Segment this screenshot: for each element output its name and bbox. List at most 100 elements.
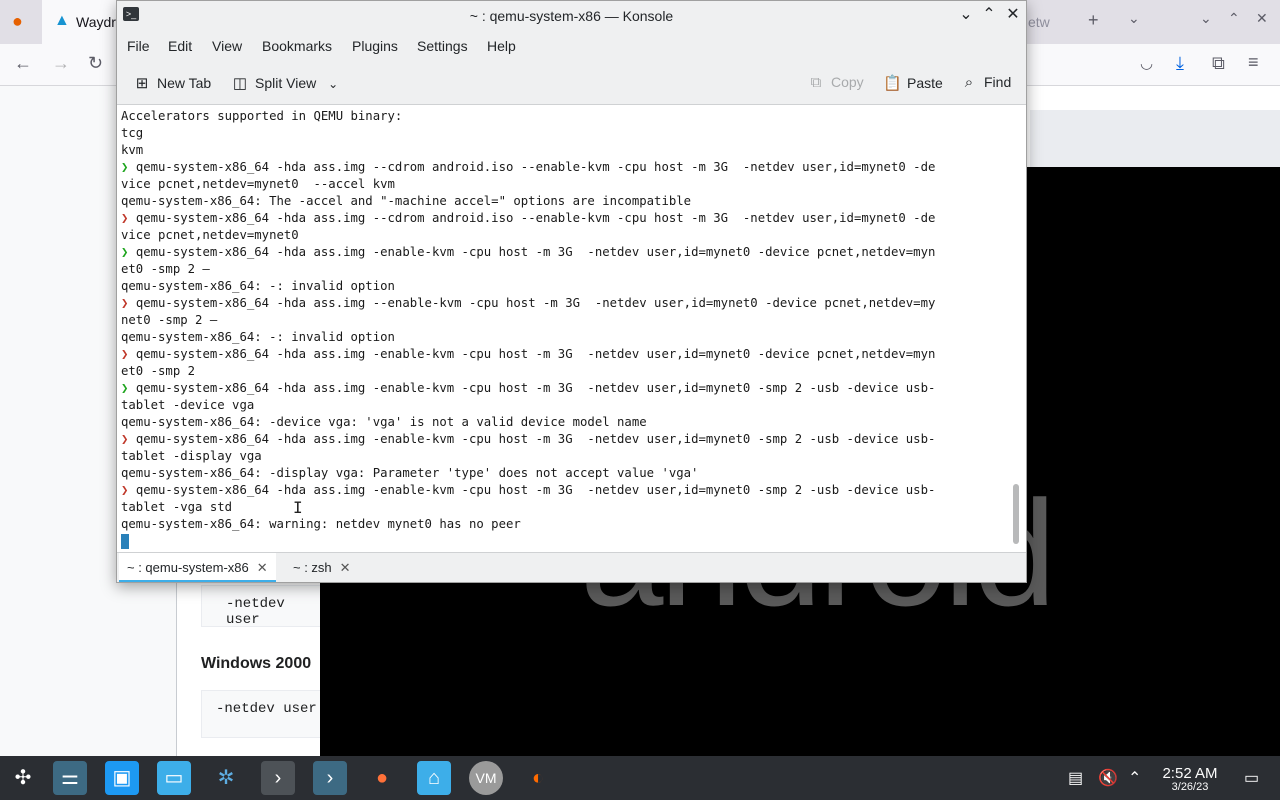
terminal-line-text: qemu-system-x86_64 -hda ass.img -enable-… (135, 483, 936, 497)
menu-view[interactable]: View (212, 38, 242, 54)
maximize-icon[interactable]: ⌃ (1228, 10, 1240, 27)
terminal-line: ❯ qemu-system-x86_64 -hda ass.img -enabl… (121, 482, 1011, 499)
menu-settings[interactable]: Settings (417, 38, 468, 54)
discover-store-icon[interactable]: ▣ (105, 761, 139, 795)
menu-help[interactable]: Help (487, 38, 516, 54)
find-button[interactable]: ⌕ Find (960, 74, 1011, 91)
terminal-area[interactable]: Accelerators supported in QEMU binary: tc… (117, 106, 1026, 552)
terminal-line-text: qemu-system-x86_64 -hda ass.img -enable-… (135, 347, 936, 361)
terminal-line: qemu-system-x86_64: -device vga: 'vga' i… (121, 414, 1011, 431)
mouse-ibeam-icon: I (293, 498, 303, 517)
menu-bar: File Edit View Bookmarks Plugins Setting… (117, 31, 1026, 59)
terminal-line-text: qemu-system-x86_64 -hda ass.img --enable… (135, 296, 936, 310)
back-icon[interactable]: ← (14, 53, 32, 74)
terminal-line-text: qemu-system-x86_64: The -accel and "-mac… (121, 194, 692, 208)
reload-icon[interactable]: ↻ (88, 53, 103, 74)
firefox-icon[interactable]: ● (365, 761, 399, 795)
menu-plugins[interactable]: Plugins (352, 38, 398, 54)
copy-label: Copy (831, 74, 864, 90)
copy-icon: ⧉ (810, 74, 822, 91)
terminal-line-text: qemu-system-x86_64 -hda ass.img --cdrom … (135, 160, 936, 174)
copy-button[interactable]: ⧉ Copy (807, 74, 864, 91)
terminal-line: kvm (121, 142, 1011, 159)
minimize-icon[interactable]: ⌄ (955, 4, 977, 24)
terminal-line: tablet -vga std (121, 499, 1011, 516)
terminal-line-text: net0 -smp 2 – (121, 313, 218, 327)
extensions-icon[interactable]: ⧉ (1212, 53, 1225, 74)
terminal-icon[interactable]: › (261, 761, 295, 795)
prompt-symbol: ❯ (121, 211, 136, 225)
forward-icon[interactable]: → (52, 53, 70, 74)
search-icon: ⌕ (964, 74, 974, 91)
terminal-line-text: tcg (121, 126, 144, 140)
volume-muted-icon[interactable]: 🔇 (1098, 768, 1118, 788)
terminal-line: qemu-system-x86_64: -: invalid option (121, 329, 1011, 346)
close-icon[interactable]: ✕ (1002, 4, 1024, 24)
split-view-button[interactable]: ◫ Split View ⌄ (231, 74, 338, 92)
firefox-menu-icon[interactable]: ● (12, 11, 23, 32)
new-tab-button[interactable]: ⊞ New Tab (133, 74, 212, 92)
terminal-line-text: tablet -vga std (121, 500, 233, 514)
terminal-line-text: qemu-system-x86_64 -hda ass.img --cdrom … (135, 211, 936, 225)
terminal-line-text: qemu-system-x86_64: -: invalid option (121, 330, 395, 344)
virtual-machine-icon[interactable]: VM (469, 761, 503, 795)
show-desktop-icon[interactable]: ▭ (1244, 768, 1259, 788)
prompt-symbol: ❯ (121, 347, 136, 361)
terminal-line: tcg (121, 125, 1011, 142)
terminal-line-text: qemu-system-x86_64: -device vga: 'vga' i… (121, 415, 647, 429)
tray-expand-icon[interactable]: ⌃ (1128, 768, 1141, 788)
downloads-icon[interactable]: ⤓ (1176, 53, 1184, 74)
menu-edit[interactable]: Edit (168, 38, 192, 54)
terminal-line-text: tablet -display vga (121, 449, 262, 463)
terminal-line: Accelerators supported in QEMU binary: (121, 108, 1011, 125)
close-icon[interactable]: ✕ (1256, 10, 1268, 27)
home-folder-icon[interactable]: ⌂ (417, 761, 451, 795)
terminal-line: et0 -smp 2 – (121, 261, 1011, 278)
app-icon-orange[interactable]: ◐ (521, 761, 555, 795)
paste-button[interactable]: 📋 Paste (883, 74, 943, 92)
clock-date[interactable]: 3/26/23 (1155, 781, 1225, 793)
pocket-icon[interactable]: ◡ (1140, 54, 1153, 72)
tab-title: Waydr (76, 14, 116, 30)
terminal-line: qemu-system-x86_64: warning: netdev myne… (121, 516, 1011, 533)
konsole-tab-zsh[interactable]: ~ : zsh ✕ (285, 553, 359, 582)
settings-gear-icon[interactable]: ✲ (209, 761, 243, 795)
maximize-icon[interactable]: ⌃ (978, 4, 1000, 24)
terminal-scrollbar[interactable] (1013, 484, 1019, 544)
app-launcher-icon[interactable]: ✣ (6, 761, 40, 795)
menu-bookmarks[interactable]: Bookmarks (262, 38, 332, 54)
system-settings-task-icon[interactable]: ⚌ (53, 761, 87, 795)
konsole-task-icon[interactable]: › (313, 761, 347, 795)
tab-favicon-icon: ▲ (54, 12, 70, 29)
konsole-titlebar[interactable]: >_ ~ : qemu-system-x86 — Konsole ⌄ ⌃ ✕ (117, 1, 1026, 31)
terminal-line: ❯ qemu-system-x86_64 -hda ass.img --enab… (121, 295, 1011, 312)
prompt-symbol: ❯ (121, 432, 136, 446)
prompt-symbol: ❯ (121, 483, 136, 497)
paste-icon: 📋 (883, 75, 902, 92)
terminal-line: tablet -display vga (121, 448, 1011, 465)
terminal-line: tablet -device vga (121, 397, 1011, 414)
firefox-tab-active[interactable]: ▲ Waydr (42, 0, 122, 44)
terminal-line-text: qemu-system-x86_64: -display vga: Parame… (121, 466, 699, 480)
terminal-line-text: vice pcnet,netdev=mynet0 (121, 228, 299, 242)
hamburger-menu-icon[interactable]: ≡ (1248, 52, 1259, 73)
terminal-output: Accelerators supported in QEMU binary: tc… (121, 108, 1011, 533)
terminal-line-text: kvm (121, 143, 144, 157)
clipboard-icon[interactable]: ▤ (1068, 768, 1083, 788)
minimize-icon[interactable]: ⌄ (1200, 10, 1212, 27)
terminal-line: ❯ qemu-system-x86_64 -hda ass.img --cdro… (121, 210, 1011, 227)
close-tab-icon[interactable]: ✕ (257, 560, 268, 575)
split-view-label: Split View (255, 75, 317, 91)
list-tabs-icon[interactable]: ⌄ (1128, 10, 1140, 27)
terminal-line: vice pcnet,netdev=mynet0 --accel kvm (121, 176, 1011, 193)
firefox-tab-2[interactable]: etw (1020, 0, 1074, 44)
new-tab-icon[interactable]: + (1088, 10, 1099, 31)
terminal-line: et0 -smp 2 (121, 363, 1011, 380)
clock-time[interactable]: 2:52 AM (1155, 765, 1225, 782)
terminal-line-text: qemu-system-x86_64: -: invalid option (121, 279, 395, 293)
chevron-down-icon: ⌄ (328, 77, 339, 91)
menu-file[interactable]: File (127, 38, 150, 54)
close-tab-icon[interactable]: ✕ (340, 560, 351, 575)
file-manager-icon[interactable]: ▭ (157, 761, 191, 795)
konsole-tab-qemu[interactable]: ~ : qemu-system-x86 ✕ (119, 553, 276, 582)
